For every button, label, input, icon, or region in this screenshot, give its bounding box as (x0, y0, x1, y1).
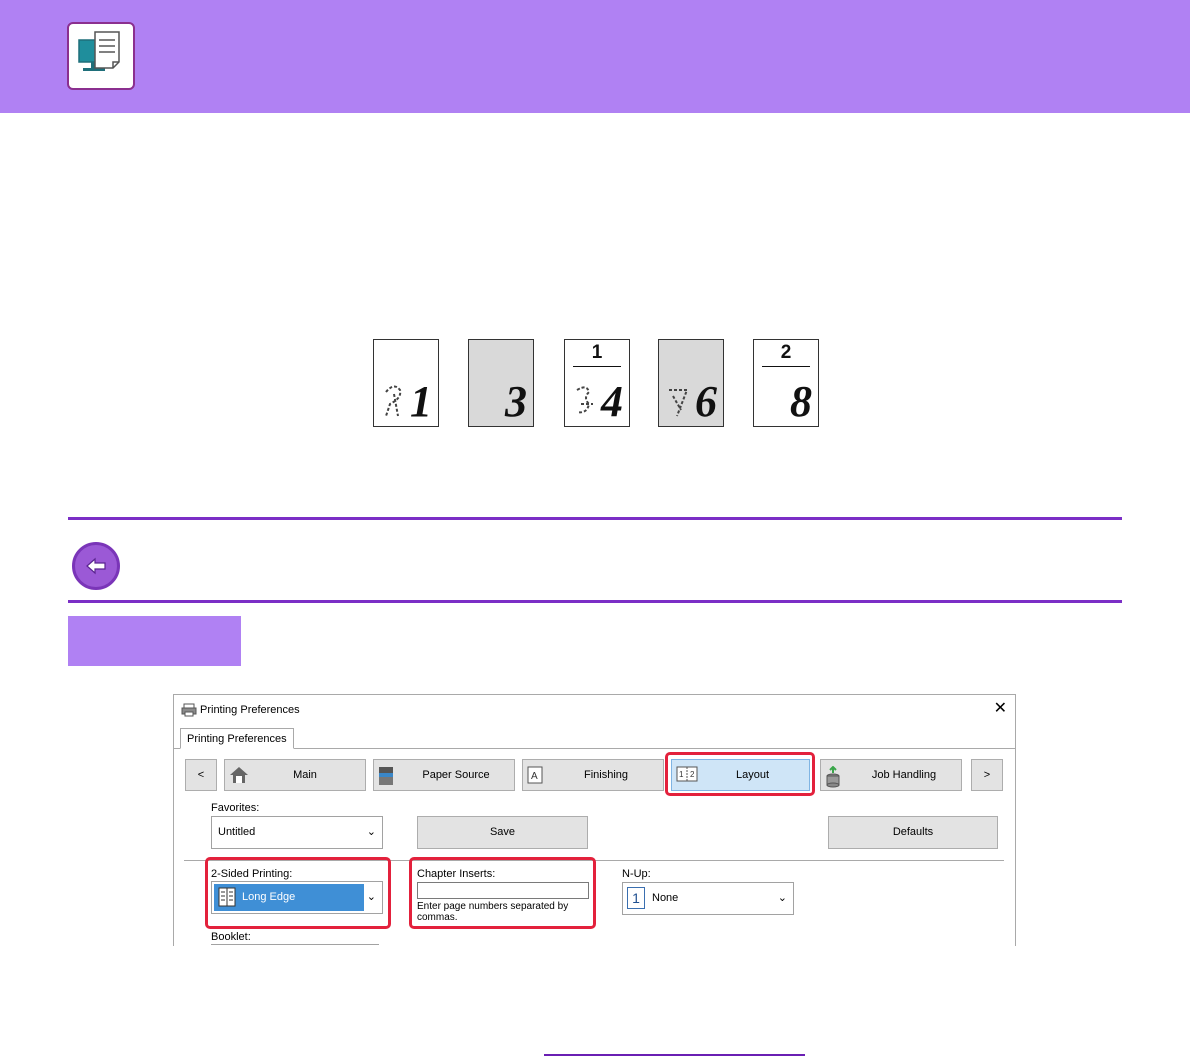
back-button[interactable] (72, 542, 120, 590)
two-sided-select[interactable]: Long Edge ⌄ (211, 881, 383, 914)
two-sided-value: Long Edge (242, 891, 296, 903)
nav-finishing-button[interactable]: A Finishing (522, 759, 664, 791)
chapter-number: 2 (780, 342, 792, 363)
nav-main-button[interactable]: Main (224, 759, 366, 791)
tab-strip-border (174, 748, 1015, 749)
nav-layout-label: Layout (735, 769, 770, 781)
return-arrow-icon (86, 557, 106, 575)
printer-tray-icon (379, 767, 393, 785)
svg-text:A: A (531, 771, 538, 782)
long-edge-icon (218, 887, 236, 907)
page-number: 4 (601, 377, 623, 426)
chapter-inserts-input[interactable] (417, 882, 589, 899)
job-handling-icon (826, 766, 840, 788)
page-thumb-1: 1 (373, 339, 439, 427)
page-examples: 1 3 1 4 6 2 8 (0, 339, 1190, 429)
faded-page-number-icon (385, 385, 402, 417)
section-tab (68, 616, 241, 666)
two-sided-selection: Long Edge (214, 884, 364, 911)
divider-top (68, 517, 1122, 520)
chevron-down-icon: ⌄ (366, 826, 376, 838)
page-thumb-6: 6 (658, 339, 724, 427)
booklet-select-edge[interactable] (211, 944, 379, 945)
nup-value: None (652, 892, 679, 904)
favorites-label: Favorites: (211, 802, 260, 814)
page-thumb-8-chapter: 2 8 (753, 339, 819, 427)
tab-label: Printing Preferences (187, 733, 287, 745)
page-number: 6 (695, 377, 717, 426)
favorites-select[interactable]: Untitled ⌄ (211, 816, 383, 849)
nup-label: N-Up: (622, 868, 651, 880)
favorites-value: Untitled (218, 826, 256, 838)
print-to-monitor-icon (67, 22, 135, 90)
save-label: Save (489, 826, 516, 838)
page-thumb-4-chapter: 1 4 (564, 339, 630, 427)
page-number: 3 (505, 377, 527, 426)
link-underline[interactable] (544, 1054, 805, 1056)
layout-icon: 1 2 (676, 766, 698, 782)
faded-page-number-icon (576, 386, 593, 414)
chevron-down-icon: ⌄ (777, 892, 787, 904)
svg-text:2: 2 (690, 770, 695, 779)
page-number: 8 (790, 377, 812, 426)
nav-paper-source-label: Paper Source (422, 769, 490, 781)
defaults-label: Defaults (892, 826, 934, 838)
header-band (0, 0, 1190, 113)
nav-paper-source-button[interactable]: Paper Source (373, 759, 515, 791)
dialog-title: Printing Preferences (200, 704, 300, 716)
nav-main-label: Main (293, 769, 317, 781)
chevron-down-icon: ⌄ (366, 891, 376, 903)
close-icon[interactable]: ✕ (994, 698, 1007, 718)
two-sided-label: 2-Sided Printing: (211, 868, 293, 880)
finishing-icon: A (527, 766, 543, 784)
chapter-inserts-label: Chapter Inserts: (417, 868, 496, 880)
nav-next-button[interactable]: > (971, 759, 1003, 791)
nav-job-handling-label: Job Handling (871, 769, 937, 781)
svg-text:1: 1 (679, 770, 684, 779)
page-number: 1 (410, 377, 432, 426)
section-separator (184, 860, 1004, 861)
nav-prev-button[interactable]: < (185, 759, 217, 791)
nav-layout-button[interactable]: 1 2 Layout (671, 759, 810, 791)
chapter-inserts-hint: Enter page numbers separated by commas. (417, 901, 569, 923)
nup-icon: 1 (627, 887, 645, 909)
printer-icon (181, 703, 197, 717)
nav-next-label: > (983, 769, 991, 781)
nav-job-handling-button[interactable]: Job Handling (820, 759, 962, 791)
printing-preferences-dialog: Printing Preferences ✕ Printing Preferen… (173, 694, 1016, 946)
chapter-number: 1 (591, 342, 603, 363)
tab-printing-preferences[interactable]: Printing Preferences (180, 728, 294, 749)
nav-finishing-label: Finishing (583, 769, 629, 781)
save-button[interactable]: Save (417, 816, 588, 849)
defaults-button[interactable]: Defaults (828, 816, 998, 849)
nav-prev-label: < (197, 769, 205, 781)
nup-select[interactable]: 1 None ⌄ (622, 882, 794, 915)
chapter-divider (573, 366, 621, 367)
chapter-divider (762, 366, 810, 367)
divider-bottom (68, 600, 1122, 603)
booklet-label: Booklet: (211, 931, 251, 943)
page-thumb-3: 3 (468, 339, 534, 427)
faded-page-number-icon (669, 389, 689, 417)
